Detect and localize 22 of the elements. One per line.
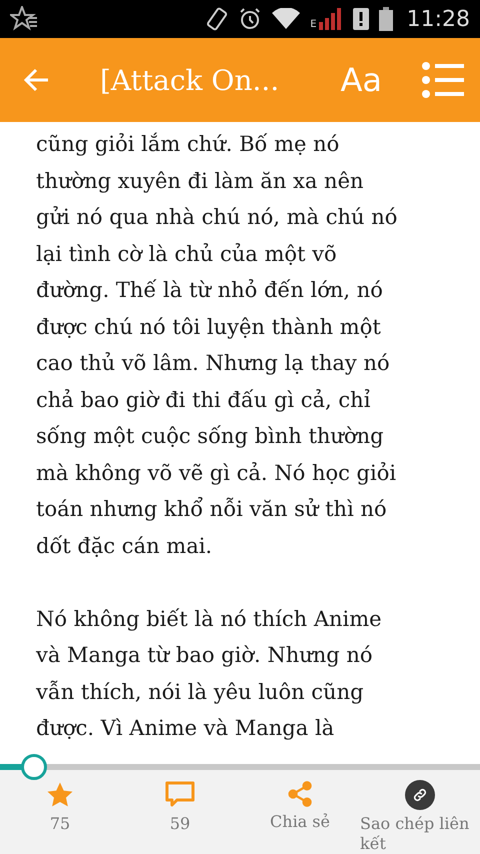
book-title: [Attack On... bbox=[100, 64, 280, 96]
app-star-icon bbox=[10, 6, 38, 32]
signal-icon bbox=[318, 8, 343, 30]
alarm-icon bbox=[238, 7, 262, 31]
share-icon bbox=[286, 780, 314, 808]
comment-action-button[interactable]: 59 bbox=[120, 780, 240, 854]
share-action-button[interactable]: Chia sẻ bbox=[240, 780, 360, 854]
link-icon bbox=[405, 780, 435, 810]
wifi-icon bbox=[272, 8, 300, 30]
font-size-button[interactable]: Aa bbox=[340, 61, 382, 99]
battery-icon bbox=[378, 7, 393, 31]
slider-thumb[interactable] bbox=[20, 754, 47, 780]
story-paragraph: Nó không biết là nó thích Anime và Manga từ bao giờ. Nhưng nó vẫn thích, nói là yêu luôn cũng được. Vì Anime và Manga là bbox=[36, 606, 383, 742]
menu-button[interactable] bbox=[422, 61, 464, 99]
story-paragraph: cũng giỏi lắm chứ. Bố mẹ nó thường xuyên đi làm ăn xa nên gửi nó qua nhà chú nó, mà chú nó lại tình cờ là chủ của một võ đường. Thế là từ nhỏ đến lớn, nó được chú nó tôi luyện thành một cao thủ võ lâm. Nhưng lạ thay nó chả bao giờ đi thi đấu gì cả, chỉ sống một cuộc sống bình thường mà không võ vẽ gì cả. Nó học giỏi toán nhưng khổ nỗi văn sử thì nó dốt đặc cán mai. bbox=[36, 131, 398, 560]
clock: 11:28 bbox=[406, 6, 470, 32]
network-type: E bbox=[310, 19, 317, 30]
alert-icon bbox=[352, 8, 369, 30]
star-action-button[interactable]: 75 bbox=[0, 780, 120, 854]
back-button[interactable] bbox=[24, 68, 50, 92]
vibrate-icon bbox=[206, 7, 228, 31]
link-action-button[interactable]: Sao chép liên kết bbox=[360, 780, 480, 854]
